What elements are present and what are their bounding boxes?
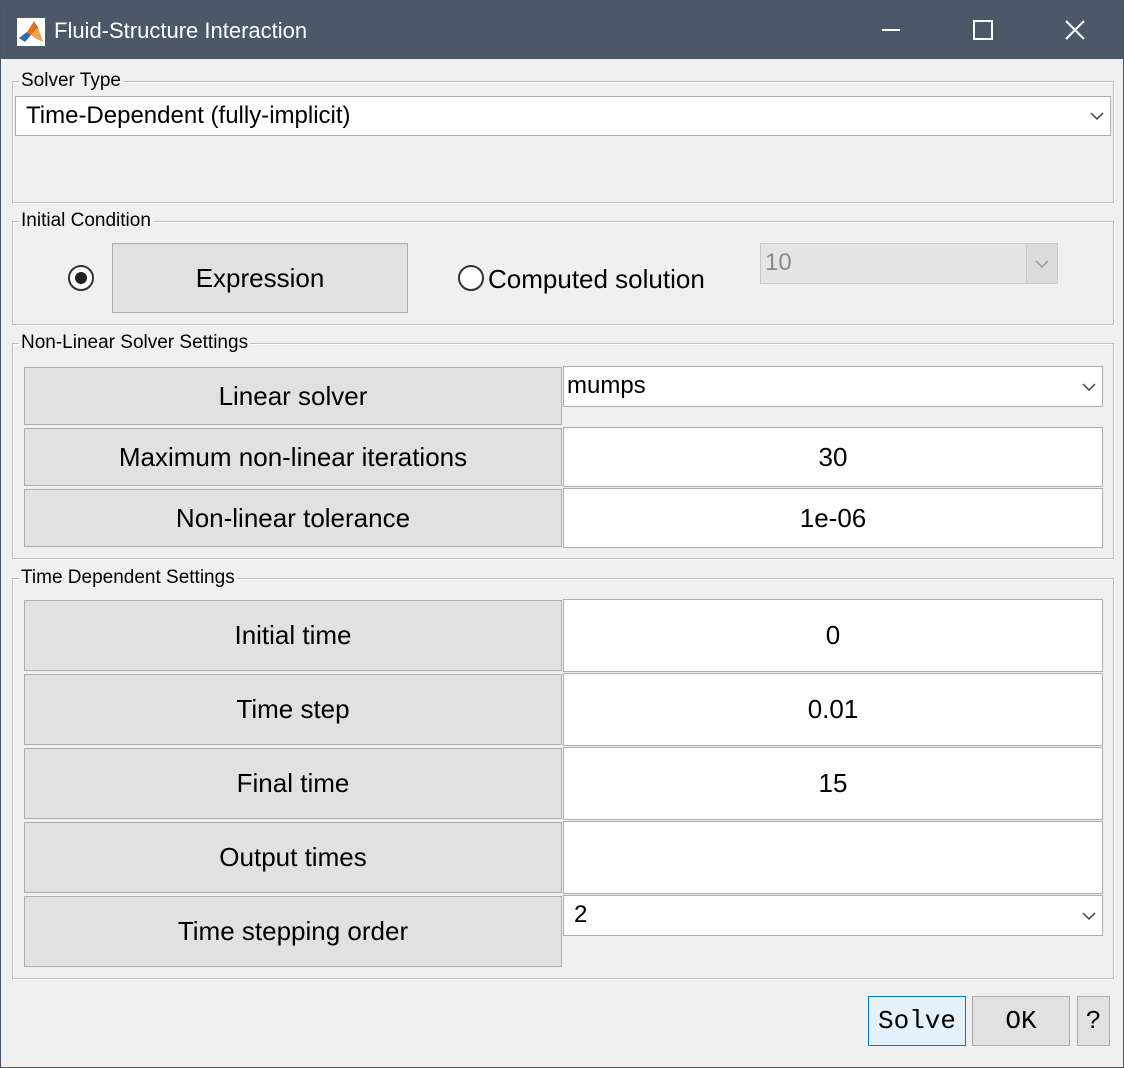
time-stepping-order-dropdown[interactable]: 2 bbox=[563, 895, 1103, 936]
close-button[interactable] bbox=[1029, 1, 1121, 59]
initial-time-input[interactable]: 0 bbox=[563, 599, 1103, 672]
ok-button[interactable]: OK bbox=[972, 996, 1070, 1046]
max-iterations-label: Maximum non-linear iterations bbox=[24, 428, 562, 486]
time-stepping-order-label: Time stepping order bbox=[24, 896, 562, 967]
expression-button[interactable]: Expression bbox=[112, 243, 408, 313]
final-time-label: Final time bbox=[24, 748, 562, 819]
help-button[interactable]: ? bbox=[1077, 996, 1110, 1046]
initial-condition-legend: Initial Condition bbox=[19, 209, 153, 233]
matlab-icon bbox=[17, 18, 45, 46]
solver-type-dropdown[interactable]: Time-Dependent (fully-implicit) bbox=[15, 96, 1111, 136]
time-settings-legend: Time Dependent Settings bbox=[19, 566, 237, 590]
nonlinear-tolerance-input[interactable]: 1e-06 bbox=[563, 488, 1103, 548]
dialog-window: Fluid-Structure Interaction Solver Type … bbox=[0, 0, 1124, 1068]
final-time-input[interactable]: 15 bbox=[563, 747, 1103, 820]
nonlinear-settings-legend: Non-Linear Solver Settings bbox=[19, 331, 251, 355]
output-times-input[interactable] bbox=[563, 821, 1103, 894]
nonlinear-tolerance-label: Non-linear tolerance bbox=[24, 489, 562, 547]
maximize-icon bbox=[973, 20, 993, 40]
minimize-button[interactable] bbox=[845, 1, 937, 59]
time-stepping-order-value: 2 bbox=[574, 901, 588, 928]
solver-type-legend: Solver Type bbox=[19, 69, 123, 93]
radio-selected-dot bbox=[75, 272, 87, 284]
initial-time-label: Initial time bbox=[24, 600, 562, 671]
max-iterations-input[interactable]: 30 bbox=[563, 427, 1103, 487]
computed-solution-label: Computed solution bbox=[488, 264, 705, 294]
chevron-down-icon bbox=[1084, 97, 1110, 135]
close-icon bbox=[1065, 20, 1085, 40]
chevron-down-icon bbox=[1076, 896, 1102, 935]
computed-solution-value: 10 bbox=[765, 249, 792, 276]
chevron-down-icon bbox=[1076, 367, 1102, 406]
chevron-down-icon bbox=[1026, 244, 1057, 283]
solve-button[interactable]: Solve bbox=[868, 996, 966, 1046]
window-title: Fluid-Structure Interaction bbox=[54, 18, 308, 43]
minimize-icon bbox=[882, 29, 900, 31]
title-bar[interactable]: Fluid-Structure Interaction bbox=[1, 1, 1123, 59]
computed-solution-dropdown: 10 bbox=[760, 243, 1058, 284]
linear-solver-label: Linear solver bbox=[24, 367, 562, 425]
time-step-label: Time step bbox=[24, 674, 562, 745]
maximize-button[interactable] bbox=[937, 1, 1029, 59]
linear-solver-dropdown[interactable]: mumps bbox=[563, 366, 1103, 407]
output-times-label: Output times bbox=[24, 822, 562, 893]
computed-solution-radio[interactable] bbox=[458, 265, 484, 291]
time-step-input[interactable]: 0.01 bbox=[563, 673, 1103, 746]
linear-solver-value: mumps bbox=[567, 372, 646, 399]
expression-radio[interactable] bbox=[68, 265, 94, 291]
solver-type-value: Time-Dependent (fully-implicit) bbox=[26, 102, 351, 129]
